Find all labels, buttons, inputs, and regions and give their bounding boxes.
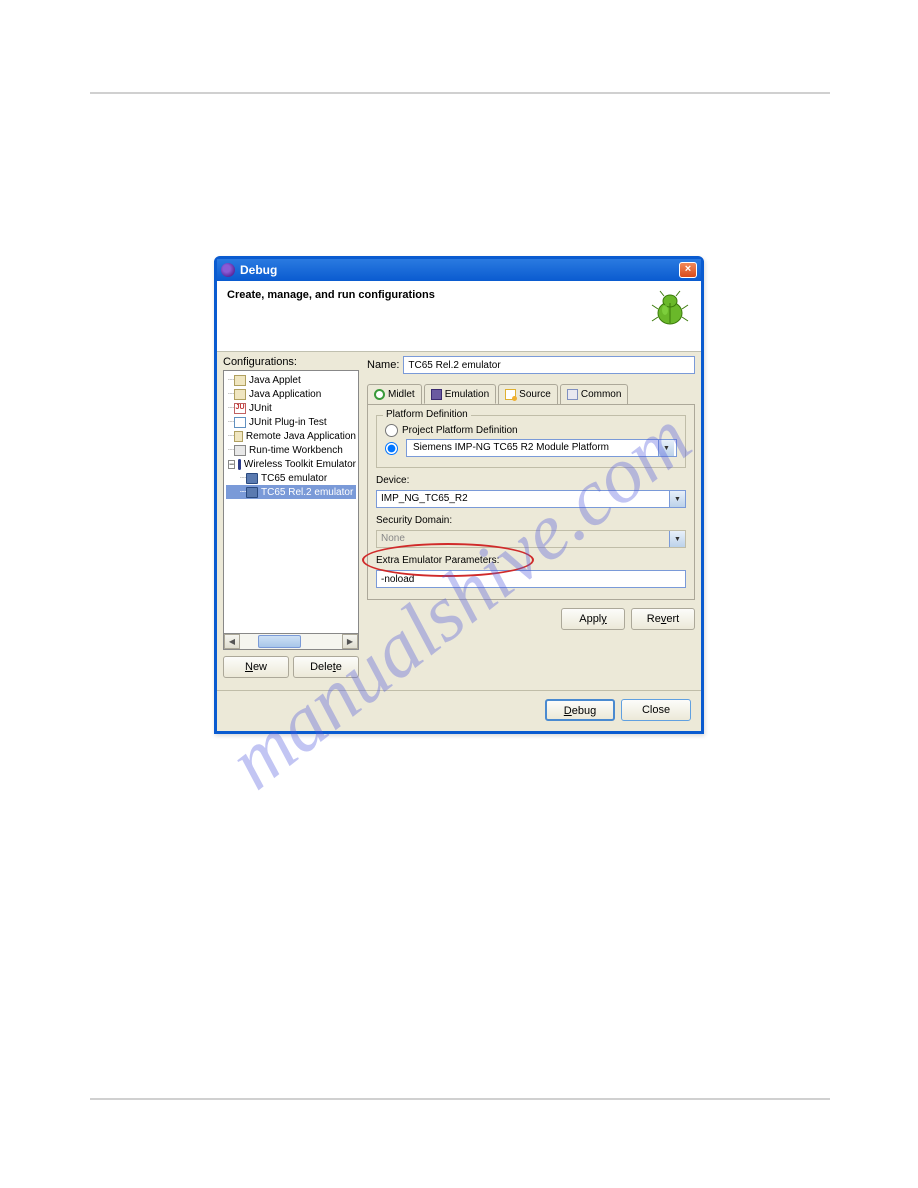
dialog-footer: Debug Close [217, 690, 701, 731]
midlet-icon [374, 389, 385, 400]
tree-item-java-applet[interactable]: ┈Java Applet [226, 373, 356, 387]
chevron-down-icon: ▼ [669, 531, 685, 547]
tree-item-wireless-toolkit[interactable]: −Wireless Toolkit Emulator [226, 457, 356, 471]
bug-icon [649, 289, 691, 329]
debug-button[interactable]: Debug [545, 699, 615, 721]
window-title: Debug [240, 263, 679, 277]
tab-content-emulation: Platform Definition Project Platform Def… [367, 404, 695, 600]
radio-project-platform-label: Project Platform Definition [402, 425, 518, 436]
name-label: Name: [367, 359, 399, 371]
tree-item-junit-plugin[interactable]: ┈JUnit Plug-in Test [226, 415, 356, 429]
device-select-value: IMP_NG_TC65_R2 [377, 491, 669, 507]
dialog-subtitle: Create, manage, and run configurations [227, 289, 435, 301]
eclipse-icon [221, 263, 235, 277]
scroll-thumb[interactable] [258, 635, 301, 648]
extra-params-input[interactable] [376, 570, 686, 588]
tree-item-remote-java[interactable]: ┈Remote Java Application [226, 429, 356, 443]
close-button[interactable]: Close [621, 699, 691, 721]
security-domain-select: None ▼ [376, 530, 686, 548]
delete-button[interactable]: Delete [293, 656, 359, 678]
tree-item-junit[interactable]: ┈JUJUnit [226, 401, 356, 415]
debug-dialog: Debug × Create, manage, and run configur… [214, 256, 704, 734]
radio-specific-platform[interactable] [385, 442, 398, 455]
page-divider-bottom [90, 1098, 830, 1100]
platform-definition-group: Platform Definition Project Platform Def… [376, 415, 686, 468]
emulation-icon [431, 389, 442, 400]
configurations-tree[interactable]: ┈Java Applet ┈Java Application ┈JUJUnit … [223, 370, 359, 634]
revert-button[interactable]: Revert [631, 608, 695, 630]
tree-item-runtime-workbench[interactable]: ┈Run-time Workbench [226, 443, 356, 457]
platform-definition-legend: Platform Definition [383, 409, 471, 420]
platform-select-value: Siemens IMP-NG TC65 R2 Module Platform [409, 440, 658, 456]
configuration-detail: Name: Midlet Emulation Source Common Pla… [359, 356, 695, 678]
extra-params-label: Extra Emulator Parameters: [376, 555, 686, 566]
tree-scrollbar[interactable]: ◀ ▶ [223, 634, 359, 650]
titlebar[interactable]: Debug × [217, 259, 701, 281]
scroll-right-icon[interactable]: ▶ [342, 634, 358, 649]
collapse-icon[interactable]: − [228, 460, 235, 469]
platform-select[interactable]: Siemens IMP-NG TC65 R2 Module Platform ▼ [406, 439, 677, 457]
close-icon[interactable]: × [679, 262, 697, 278]
security-domain-label: Security Domain: [376, 515, 686, 526]
tab-common[interactable]: Common [560, 384, 629, 404]
security-domain-value: None [377, 531, 669, 547]
device-label: Device: [376, 475, 686, 486]
tree-item-java-application[interactable]: ┈Java Application [226, 387, 356, 401]
common-icon [567, 389, 578, 400]
chevron-down-icon[interactable]: ▼ [658, 440, 674, 456]
scroll-left-icon[interactable]: ◀ [224, 634, 240, 649]
page-divider-top [90, 92, 830, 94]
source-icon [505, 389, 516, 400]
dialog-banner: Create, manage, and run configurations [217, 281, 701, 352]
chevron-down-icon[interactable]: ▼ [669, 491, 685, 507]
tree-item-tc65-rel2-emulator[interactable]: ┈TC65 Rel.2 emulator [226, 485, 356, 499]
new-button[interactable]: New [223, 656, 289, 678]
tabstrip: Midlet Emulation Source Common [367, 384, 695, 404]
tab-midlet[interactable]: Midlet [367, 384, 422, 404]
name-input[interactable] [403, 356, 695, 374]
configurations-label: Configurations: [223, 356, 359, 368]
tree-item-tc65-emulator[interactable]: ┈TC65 emulator [226, 471, 356, 485]
apply-button[interactable]: Apply [561, 608, 625, 630]
radio-project-platform[interactable] [385, 424, 398, 437]
configurations-panel: Configurations: ┈Java Applet ┈Java Appli… [223, 356, 359, 678]
device-select[interactable]: IMP_NG_TC65_R2 ▼ [376, 490, 686, 508]
tab-emulation[interactable]: Emulation [424, 384, 496, 404]
tab-source[interactable]: Source [498, 384, 558, 404]
